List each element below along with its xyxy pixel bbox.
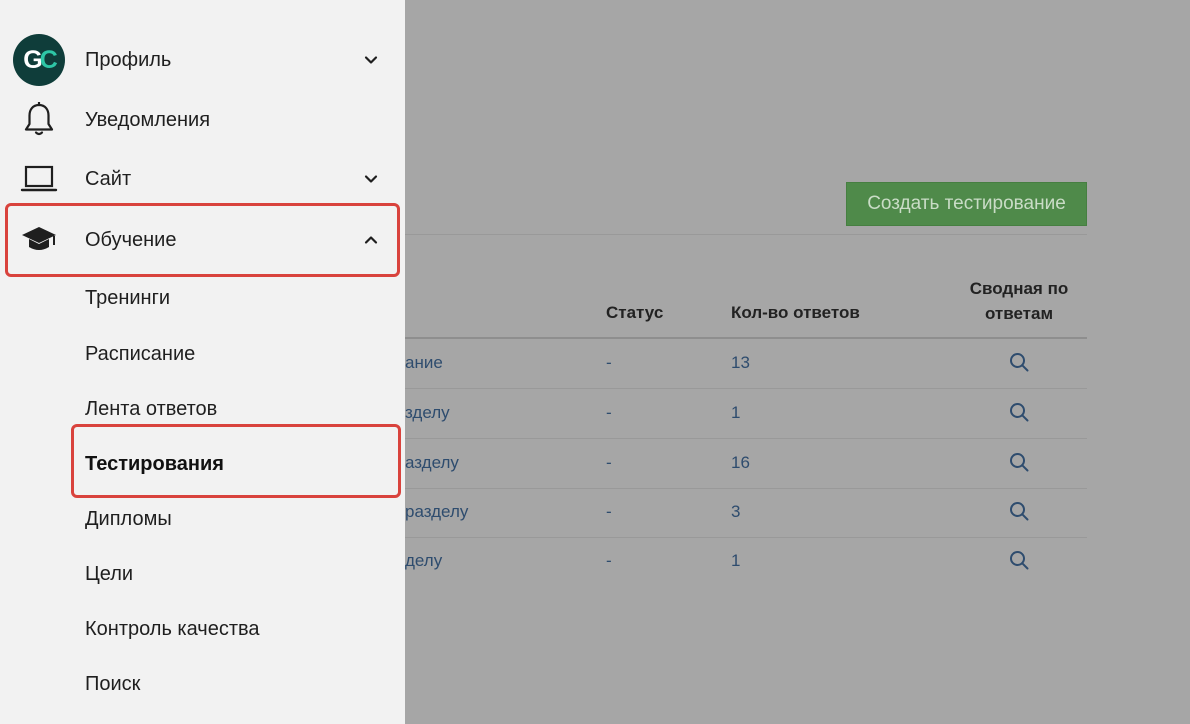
submenu-item-quality-control[interactable]: Контроль качества	[85, 618, 260, 641]
submenu-item-schedule[interactable]: Расписание	[85, 343, 195, 366]
test-status: -	[606, 453, 612, 472]
column-header-summary: Сводная по ответам	[969, 279, 1069, 323]
submenu-item-search[interactable]: Поиск	[85, 673, 140, 696]
sidebar-item-label: Обучение	[85, 228, 177, 251]
laptop-icon	[12, 152, 66, 206]
test-status: -	[606, 551, 612, 570]
bell-icon	[12, 93, 66, 147]
test-status: -	[606, 502, 612, 521]
search-icon[interactable]	[1009, 452, 1031, 474]
test-name-link[interactable]: зделу	[405, 403, 450, 423]
graduation-cap-icon	[12, 213, 66, 267]
test-name-link[interactable]: ание	[405, 353, 443, 373]
column-header-status: Статус	[606, 303, 664, 322]
submenu-item-answer-feed[interactable]: Лента ответов	[85, 398, 217, 421]
test-status: -	[606, 403, 612, 422]
create-test-button[interactable]: Создать тестирование	[846, 182, 1087, 226]
avatar: GC	[12, 33, 66, 87]
sidebar-item-learning[interactable]: Обучение	[0, 212, 405, 268]
test-status: -	[606, 353, 612, 372]
answer-count-link[interactable]: 1	[731, 403, 740, 423]
column-header-answer-count: Кол-во ответов	[731, 303, 860, 322]
sidebar-item-notifications[interactable]: Уведомления	[0, 92, 405, 148]
search-icon[interactable]	[1009, 550, 1031, 572]
submenu-item-goals[interactable]: Цели	[85, 563, 133, 586]
sidebar-item-profile[interactable]: GC Профиль	[0, 32, 405, 88]
divider	[405, 234, 1087, 235]
sidebar-item-label: Профиль	[85, 48, 172, 71]
submenu-item-diplomas[interactable]: Дипломы	[85, 508, 172, 531]
test-name-link[interactable]: разделу	[405, 502, 468, 522]
table-row: делу - 1	[405, 537, 1087, 587]
answer-count-link[interactable]: 16	[731, 453, 750, 473]
search-icon[interactable]	[1009, 402, 1031, 424]
sidebar-item-site[interactable]: Сайт	[0, 151, 405, 207]
submenu-item-trainings[interactable]: Тренинги	[85, 287, 170, 310]
search-icon[interactable]	[1009, 352, 1031, 374]
answer-count-link[interactable]: 13	[731, 353, 750, 373]
table-row: ание - 13	[405, 339, 1087, 389]
table-row: азделу - 16	[405, 439, 1087, 489]
sidebar-item-label: Сайт	[85, 167, 132, 190]
test-name-link[interactable]: делу	[405, 551, 442, 571]
answer-count-link[interactable]: 3	[731, 502, 740, 522]
avatar-letter-c: C	[39, 45, 58, 74]
answer-count-link[interactable]: 1	[731, 551, 740, 571]
submenu-item-tests[interactable]: Тестирования	[85, 453, 224, 476]
sidebar-item-label: Уведомления	[85, 108, 211, 131]
table-row: зделу - 1	[405, 389, 1087, 439]
logo-avatar: GC	[13, 34, 65, 86]
sidebar: GC Профиль Уведомления Сайт Обучение Тре…	[0, 0, 405, 724]
chevron-down-icon[interactable]	[362, 51, 380, 69]
test-name-link[interactable]: азделу	[405, 453, 459, 473]
avatar-letter-g: G	[23, 45, 43, 74]
table-row: разделу - 3	[405, 488, 1087, 538]
chevron-down-icon[interactable]	[362, 170, 380, 188]
chevron-up-icon[interactable]	[362, 231, 380, 249]
search-icon[interactable]	[1009, 501, 1031, 523]
